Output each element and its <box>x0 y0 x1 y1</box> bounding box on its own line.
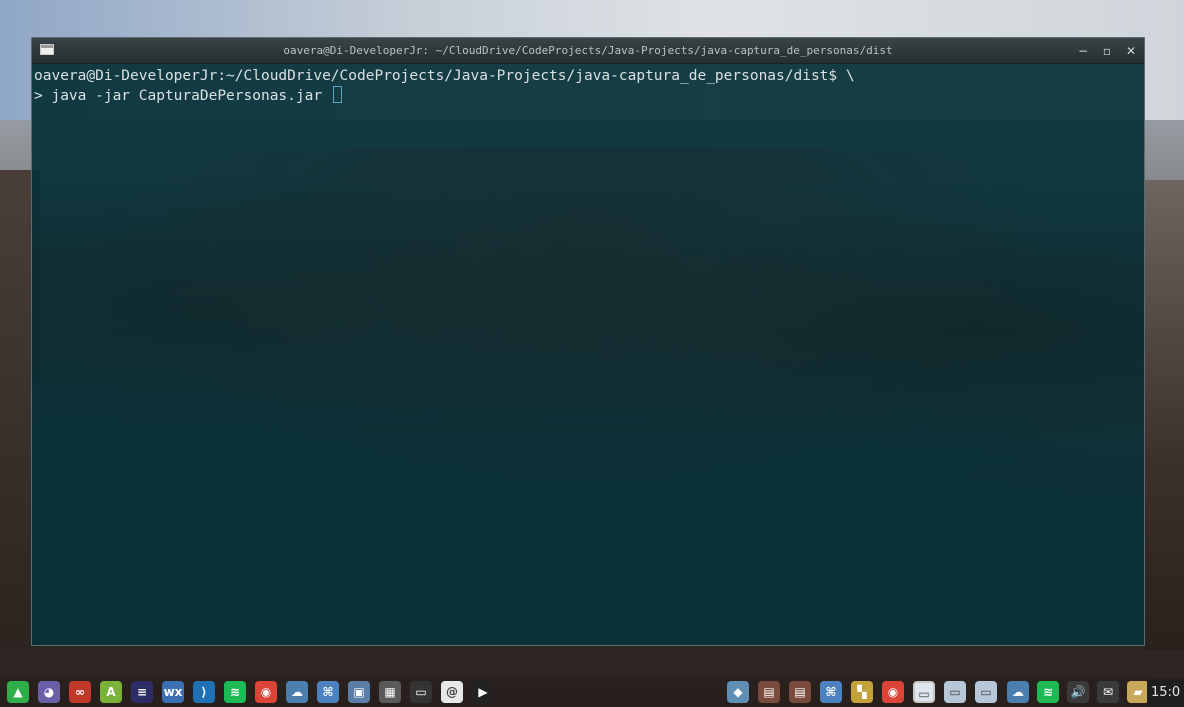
network-glyph-icon: ⌘ <box>322 685 334 699</box>
mail-icon[interactable]: ✉ <box>1097 681 1119 703</box>
oo-app-glyph-icon: ∞ <box>75 685 85 699</box>
terminal-cursor <box>332 86 342 103</box>
terminal-background-image <box>32 148 1144 548</box>
chrome-task-glyph-icon: ◉ <box>887 685 899 699</box>
terminal-window[interactable]: oavera@Di-DeveloperJr: ~/CloudDrive/Code… <box>31 37 1145 646</box>
window-task-3-glyph-icon: ▭ <box>980 685 992 699</box>
window-task-3[interactable]: ▭ <box>975 681 997 703</box>
volume-glyph-icon: 🔊 <box>1070 685 1086 699</box>
media-player-glyph-icon: ▶ <box>478 685 488 699</box>
terminal-command-row: > java -jar CapturaDePersonas.jar <box>34 86 1144 106</box>
vscode-glyph-icon: ⟩ <box>201 685 207 699</box>
close-button[interactable]: ✕ <box>1124 44 1138 58</box>
app-menu-glyph-icon: ▲ <box>13 685 23 699</box>
eclipse-glyph-icon: ≡ <box>136 685 148 699</box>
wxformbuilder-glyph-icon: wx <box>163 685 183 699</box>
cloud-sync-glyph-icon: ☁ <box>1012 685 1024 699</box>
debian-icon[interactable]: @ <box>441 681 463 703</box>
cloud-drive-glyph-icon: ☁ <box>291 685 303 699</box>
network-task-glyph-icon: ⌘ <box>825 685 837 699</box>
mail-glyph-icon: ✉ <box>1102 685 1114 699</box>
cloud-drive-icon[interactable]: ☁ <box>286 681 308 703</box>
colors-task-glyph-icon: ▚ <box>857 685 867 699</box>
maximize-button[interactable]: ▫ <box>1100 44 1114 58</box>
media-player-icon[interactable]: ▶ <box>472 681 494 703</box>
remote-desktop-glyph-icon: ▣ <box>353 685 365 699</box>
folder-icon[interactable]: ▰ <box>1127 681 1149 703</box>
network-task-icon[interactable]: ⌘ <box>820 681 842 703</box>
calculator-glyph-icon: ▦ <box>384 685 396 699</box>
calendar2-task-glyph-icon: ▤ <box>794 685 806 699</box>
minimize-button[interactable]: − <box>1076 44 1090 58</box>
desktop-trees-right <box>1144 180 1184 650</box>
calendar2-task-icon[interactable]: ▤ <box>789 681 811 703</box>
window-title: oavera@Di-DeveloperJr: ~/CloudDrive/Code… <box>283 44 893 57</box>
calendar-task-icon[interactable]: ▤ <box>758 681 780 703</box>
eclipse-icon[interactable]: ≡ <box>131 681 153 703</box>
folder-glyph-icon: ▰ <box>1133 685 1143 699</box>
calculator-icon[interactable]: ▦ <box>379 681 401 703</box>
terminal-glyph-icon: ▭ <box>415 685 427 699</box>
chrome-glyph-icon: ◉ <box>260 685 272 699</box>
android-studio-icon[interactable]: A <box>100 681 122 703</box>
cloud-sync-icon[interactable]: ☁ <box>1007 681 1029 703</box>
terminal-window-glyph-icon: ▭ <box>918 687 930 701</box>
window-task-2-glyph-icon: ▭ <box>949 685 961 699</box>
oo-app-icon[interactable]: ∞ <box>69 681 91 703</box>
terminal-command-line: > java -jar CapturaDePersonas.jar <box>34 88 331 104</box>
calendar-task-glyph-icon: ▤ <box>763 685 775 699</box>
terminal-titlebar[interactable]: oavera@Di-DeveloperJr: ~/CloudDrive/Code… <box>32 38 1144 64</box>
colors-task-icon[interactable]: ▚ <box>851 681 873 703</box>
wxformbuilder-icon[interactable]: wx <box>162 681 184 703</box>
remote-desktop-icon[interactable]: ▣ <box>348 681 370 703</box>
taskbar-clock[interactable]: 15:0 <box>1147 679 1184 707</box>
terminal-prompt-line: oavera@Di-DeveloperJr:~/CloudDrive/CodeP… <box>34 68 855 84</box>
android-studio-glyph-icon: A <box>106 685 116 699</box>
vscode-icon[interactable]: ⟩ <box>193 681 215 703</box>
volume-icon[interactable]: 🔊 <box>1067 681 1089 703</box>
spotify-icon[interactable]: ≋ <box>224 681 246 703</box>
chrome-icon[interactable]: ◉ <box>255 681 277 703</box>
chrome-task-icon[interactable]: ◉ <box>882 681 904 703</box>
spotify-glyph-icon: ≋ <box>229 685 241 699</box>
terminal-window-task[interactable]: ▭ <box>913 681 935 703</box>
spotify-tray-icon[interactable]: ≋ <box>1037 681 1059 703</box>
window-task-2[interactable]: ▭ <box>944 681 966 703</box>
network-icon[interactable]: ⌘ <box>317 681 339 703</box>
virtualbox-task-glyph-icon: ◆ <box>733 685 743 699</box>
app-menu-icon[interactable]: ▲ <box>7 681 29 703</box>
terminal-icon[interactable]: ▭ <box>410 681 432 703</box>
pidgin-glyph-icon: ◕ <box>43 685 55 699</box>
virtualbox-task-icon[interactable]: ◆ <box>727 681 749 703</box>
debian-glyph-icon: @ <box>446 685 458 699</box>
terminal-output[interactable]: oavera@Di-DeveloperJr:~/CloudDrive/CodeP… <box>32 64 1144 106</box>
spotify-tray-glyph-icon: ≋ <box>1042 685 1054 699</box>
window-controls: − ▫ ✕ <box>1076 38 1138 63</box>
pidgin-icon[interactable]: ◕ <box>38 681 60 703</box>
